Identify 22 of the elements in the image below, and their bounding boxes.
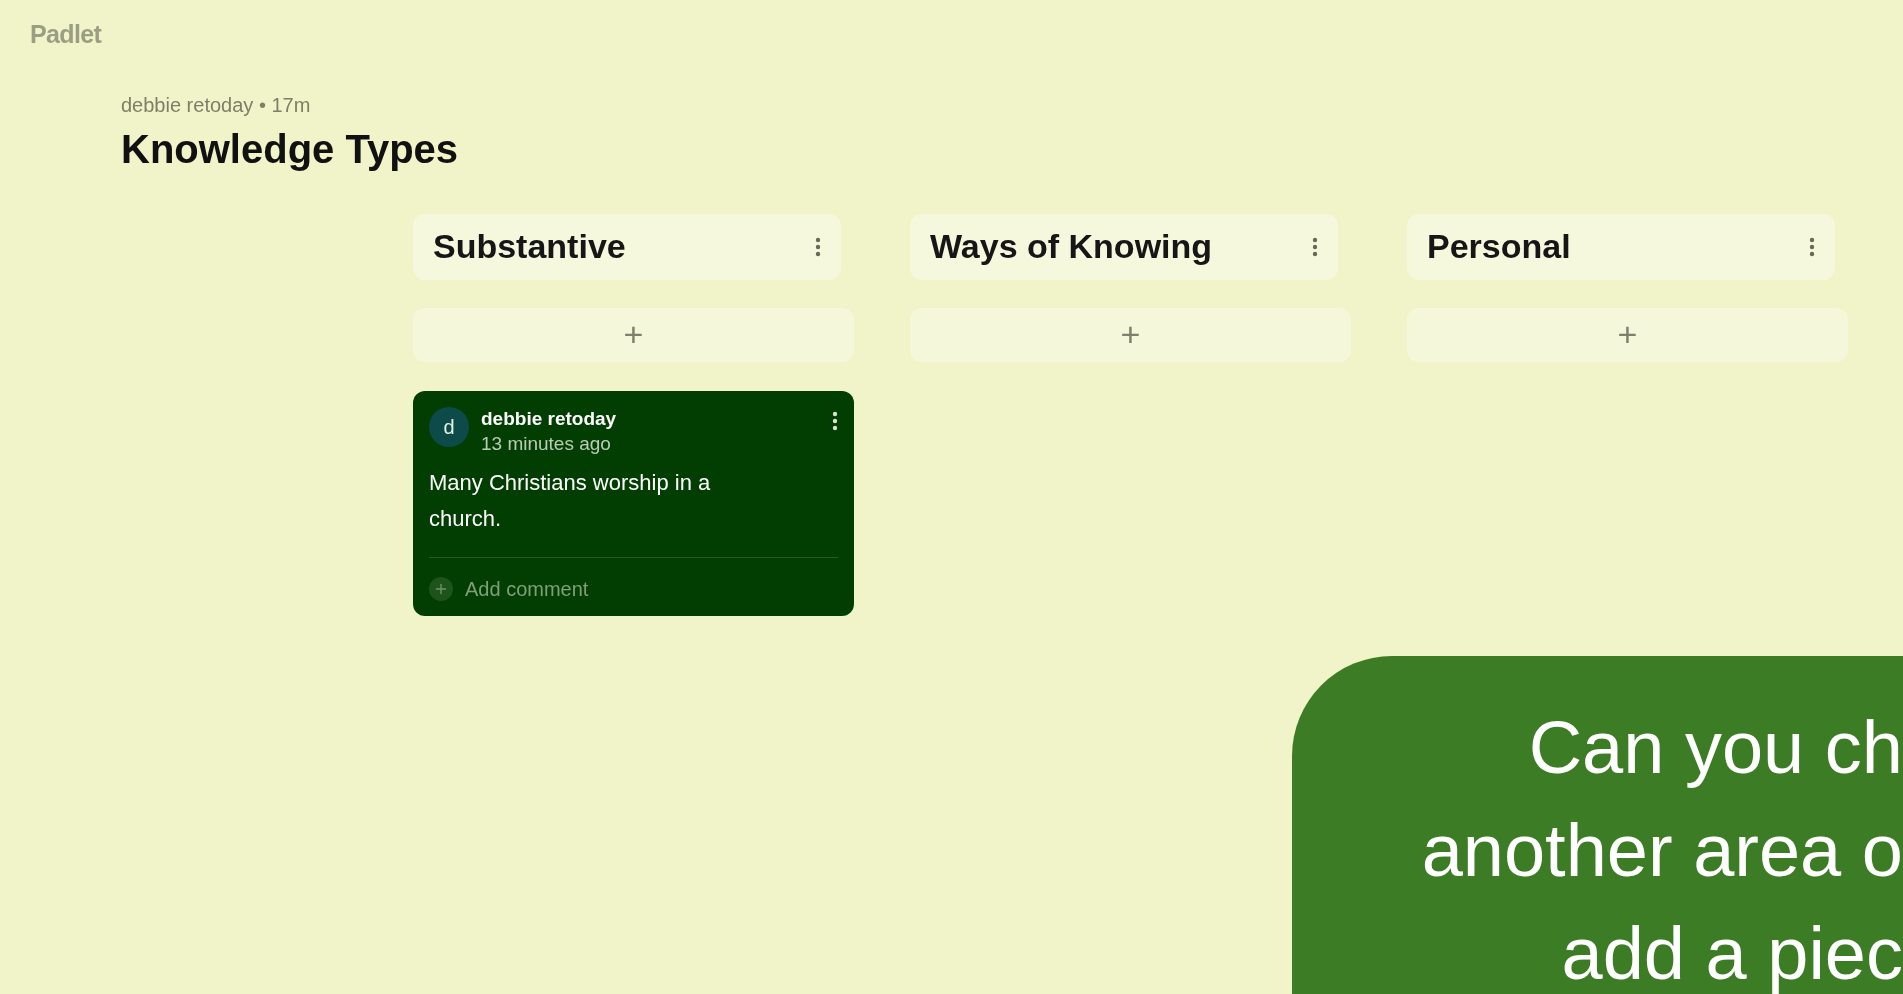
- add-post-button[interactable]: +: [910, 307, 1351, 362]
- board-meta: debbie retoday • 17m: [121, 92, 312, 118]
- add-post-button[interactable]: +: [1407, 307, 1848, 362]
- more-options-icon[interactable]: [1809, 236, 1815, 257]
- column-title: Ways of Knowing: [930, 226, 1213, 267]
- post-body: Many Christians worship in a church.: [429, 468, 712, 533]
- post-author: debbie retoday: [481, 406, 618, 431]
- add-post-button[interactable]: +: [413, 307, 854, 362]
- prompt-text: Can you ch: [1528, 705, 1903, 791]
- post-time: 13 minutes ago: [481, 431, 612, 456]
- logo[interactable]: Padlet: [30, 20, 102, 48]
- more-options-icon[interactable]: [815, 236, 821, 257]
- board-title: Knowledge Types: [121, 125, 460, 173]
- add-comment-button[interactable]: Add comment: [465, 573, 589, 604]
- prompt-text: another area o: [1421, 808, 1903, 894]
- more-options-icon[interactable]: [832, 410, 838, 431]
- add-icon: [429, 576, 453, 601]
- more-options-icon[interactable]: [1312, 236, 1318, 257]
- avatar: d: [429, 406, 469, 447]
- column-title: Substantive: [433, 226, 626, 267]
- post-card[interactable]: d debbie retoday 13 minutes ago Many Christians worship in a church. Add comment: [413, 390, 854, 616]
- column-title: Personal: [1427, 226, 1571, 267]
